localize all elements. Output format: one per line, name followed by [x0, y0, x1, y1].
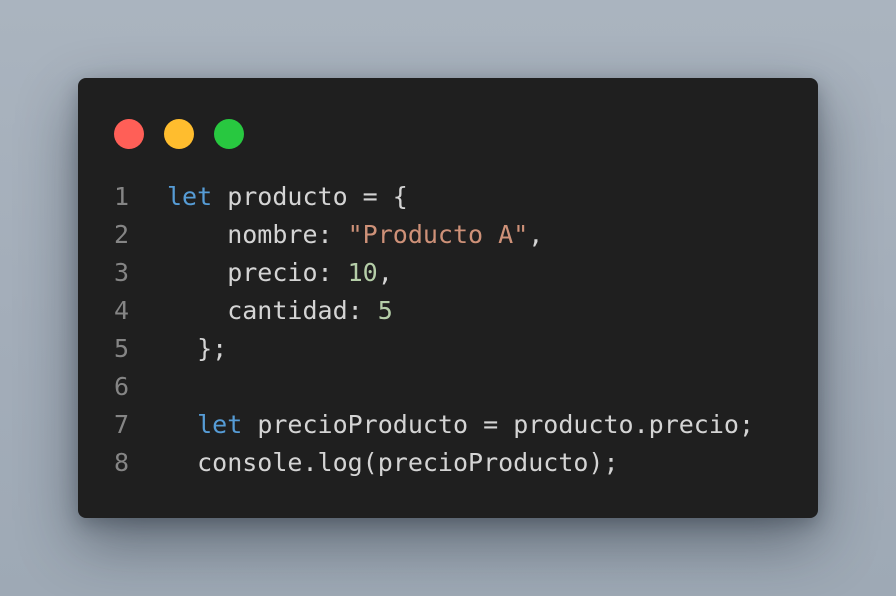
line-source: nombre: "Producto A",	[167, 216, 543, 254]
code-line: 7 let precioProducto = producto.precio;	[78, 406, 818, 444]
code-window: 1 let producto = {2 nombre: "Producto A",…	[78, 78, 818, 518]
window-controls	[114, 119, 244, 149]
line-source: precio: 10,	[167, 254, 393, 292]
line-number: 4	[114, 296, 130, 325]
line-source: let precioProducto = producto.precio;	[167, 406, 754, 444]
code-line: 3 precio: 10,	[78, 254, 818, 292]
line-source: console.log(precioProducto);	[167, 444, 619, 482]
code-token-text: ,	[528, 220, 544, 249]
code-token-string: "Producto A"	[347, 220, 529, 249]
line-source: };	[167, 330, 227, 368]
line-source: let producto = {	[167, 178, 408, 216]
line-number: 5	[114, 334, 130, 363]
line-number: 8	[114, 448, 130, 477]
code-line: 6	[78, 368, 818, 406]
line-number: 7	[114, 410, 130, 439]
code-token-number: 10	[347, 258, 378, 287]
code-line: 5 };	[78, 330, 818, 368]
code-token-text: };	[167, 334, 228, 363]
line-number: 1	[114, 182, 130, 211]
code-token-text: producto = {	[212, 182, 408, 211]
code-line: 8 console.log(precioProducto);	[78, 444, 818, 482]
code-token-keyword: let	[197, 410, 243, 439]
code-token-text: cantidad:	[167, 296, 378, 325]
code-token-keyword: let	[167, 182, 213, 211]
code-token-text: console.log(precioProducto);	[167, 448, 619, 477]
code-token-text: precioProducto = producto.precio;	[242, 410, 755, 439]
code-token-text: precio:	[167, 258, 348, 287]
code-line: 4 cantidad: 5	[78, 292, 818, 330]
minimize-dot-icon[interactable]	[164, 119, 194, 149]
line-number: 3	[114, 258, 130, 287]
code-line: 2 nombre: "Producto A",	[78, 216, 818, 254]
line-source: cantidad: 5	[167, 292, 393, 330]
line-number: 2	[114, 220, 130, 249]
code-token-text: nombre:	[167, 220, 348, 249]
close-dot-icon[interactable]	[114, 119, 144, 149]
line-number: 6	[114, 372, 130, 401]
code-block: 1 let producto = {2 nombre: "Producto A",…	[78, 178, 818, 482]
code-token-text: ,	[377, 258, 393, 287]
code-token-number: 5	[377, 296, 393, 325]
code-line: 1 let producto = {	[78, 178, 818, 216]
maximize-dot-icon[interactable]	[214, 119, 244, 149]
